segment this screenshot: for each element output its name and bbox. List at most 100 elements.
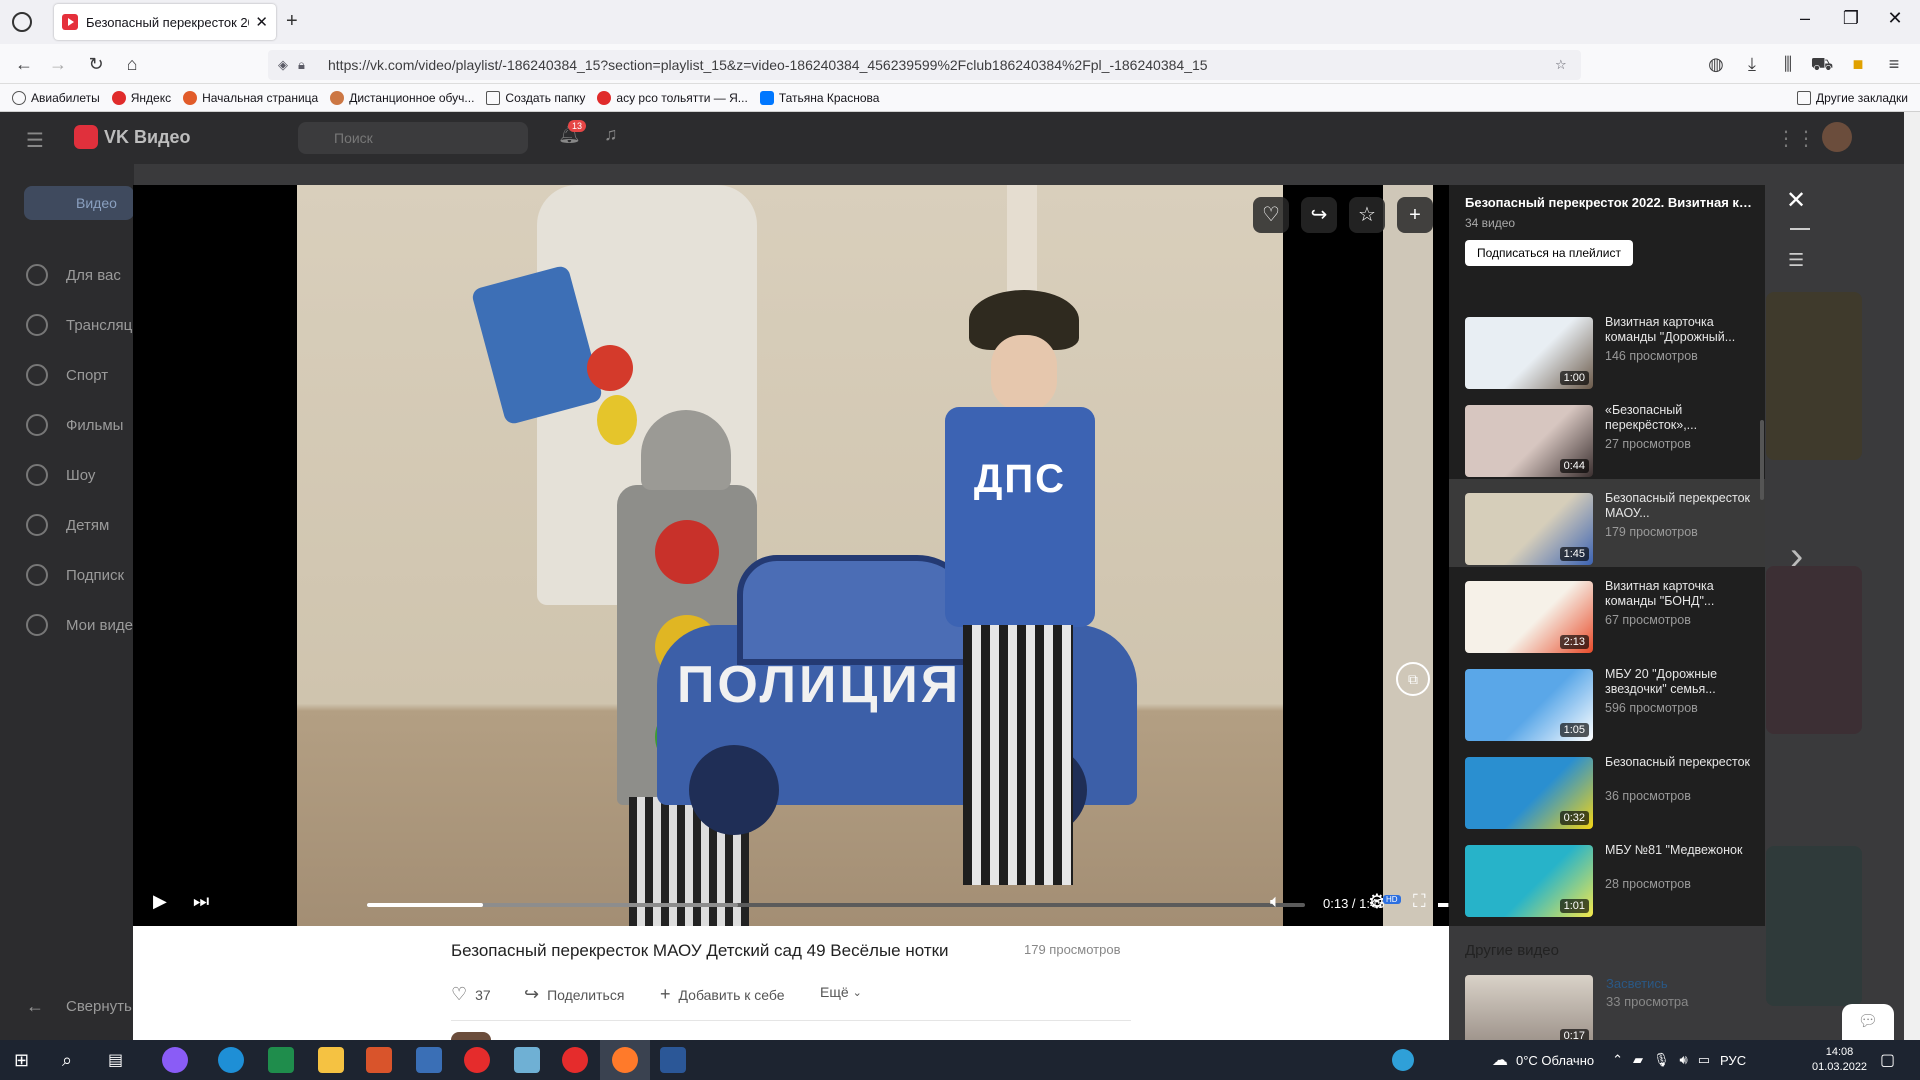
edge-icon[interactable] bbox=[218, 1047, 244, 1073]
excel-icon[interactable] bbox=[268, 1047, 294, 1073]
forward-icon[interactable]: → bbox=[46, 52, 70, 76]
progress-bar[interactable] bbox=[367, 903, 1305, 907]
share-button[interactable]: ↪ Поделиться bbox=[524, 984, 624, 1005]
explorer-icon[interactable] bbox=[318, 1047, 344, 1073]
sidebar-item-kids[interactable]: Детям bbox=[26, 514, 109, 536]
speaker-icon[interactable]: 🔊︎ bbox=[1680, 1052, 1688, 1068]
playlist-item[interactable]: 1:00 Визитная карточка команды "Дорожный.… bbox=[1449, 303, 1765, 391]
like-heart-icon[interactable]: ♡ bbox=[1253, 197, 1289, 233]
pocket-icon[interactable]: ◍ bbox=[1704, 52, 1728, 76]
vk-video-logo-icon[interactable] bbox=[74, 125, 98, 149]
close-modal-icon[interactable]: ✕ bbox=[1786, 186, 1806, 215]
firefox-icon[interactable] bbox=[612, 1047, 638, 1073]
browser-tab-active[interactable]: Безопасный перекресток 2022 ✕ bbox=[54, 4, 276, 40]
channel-avatar[interactable] bbox=[451, 1032, 491, 1040]
bookmark-star-icon[interactable]: ☆ bbox=[1555, 57, 1575, 73]
bookmark-item[interactable]: Авиабилеты bbox=[12, 90, 100, 105]
bookmark-item[interactable]: Создать папку bbox=[486, 90, 585, 105]
like-button[interactable]: ♡ 37 bbox=[451, 984, 491, 1005]
bookmark-item[interactable]: Дистанционное обуч... bbox=[330, 90, 474, 105]
apps-grid-icon[interactable]: ⋮⋮ bbox=[1776, 126, 1816, 151]
cart-icon[interactable]: ⛟ bbox=[1810, 52, 1834, 76]
notifications-icon[interactable]: ▢ bbox=[1880, 1050, 1895, 1070]
playlist-item[interactable]: 1:01 МБУ №81 "Медвежонок 28 просмотров bbox=[1449, 831, 1765, 919]
chat-icon[interactable]: 💬︎ bbox=[1842, 1004, 1894, 1040]
favorite-star-icon[interactable]: ☆ bbox=[1349, 197, 1385, 233]
powerpoint-icon[interactable] bbox=[366, 1047, 392, 1073]
other-bookmarks[interactable]: Другие закладки bbox=[1797, 90, 1908, 105]
weather-text[interactable]: 0°C Облачно bbox=[1516, 1053, 1594, 1068]
sidebar-item-sport[interactable]: Спорт bbox=[26, 364, 108, 386]
home-icon[interactable]: ⌂ bbox=[120, 52, 144, 76]
next-arrow-icon[interactable]: › bbox=[1790, 534, 1803, 579]
fullscreen-icon[interactable]: ⛶ bbox=[1413, 891, 1426, 912]
monitor-icon[interactable]: ▭ bbox=[1698, 1052, 1710, 1068]
playlist-item[interactable]: 1:45 Безопасный перекресток МАОУ... 179 пр… bbox=[1449, 479, 1765, 567]
volume-icon[interactable]: 🔈︎ bbox=[1270, 891, 1281, 912]
network-icon[interactable]: ▰ bbox=[1633, 1052, 1643, 1068]
notes-icon[interactable] bbox=[514, 1047, 540, 1073]
playlist-item[interactable]: МАОУ детский bbox=[1449, 919, 1765, 926]
bookmark-item[interactable]: Татьяна Краснова bbox=[759, 90, 879, 105]
yandex-icon[interactable] bbox=[562, 1047, 588, 1073]
sidebar-item-live[interactable]: Трансляц bbox=[26, 314, 132, 336]
avatar[interactable] bbox=[1822, 122, 1852, 152]
sidebar-item-subscriptions[interactable]: Подписк bbox=[26, 564, 124, 586]
more-button[interactable]: Ещё ⌄ bbox=[820, 984, 870, 1000]
playlist-item[interactable]: 0:44 «Безопасный перекрёсток»,... 27 просм… bbox=[1449, 391, 1765, 479]
vk-search-input[interactable]: Поиск bbox=[298, 122, 528, 154]
playlist-item[interactable]: 0:32 Безопасный перекресток 36 просмотров bbox=[1449, 743, 1765, 831]
minimize-icon[interactable]: – bbox=[1790, 8, 1820, 29]
mic-icon[interactable]: 🎙︎ bbox=[1653, 1052, 1670, 1068]
video-player[interactable]: ПОЛИЦИЯ ДПС ♡ ↪ ☆ + ‹ ⧉ ▶ ⏭ 0:13 / 1:45 … bbox=[133, 185, 1449, 926]
bookmark-item[interactable]: Начальная страница bbox=[183, 90, 318, 105]
sidebar-item-my-videos[interactable]: Мои виде bbox=[26, 614, 133, 636]
miniplayer-icon[interactable]: ⧉ bbox=[1396, 662, 1430, 696]
add-to-self-button[interactable]: + Добавить к себе bbox=[660, 984, 785, 1005]
share-arrow-icon[interactable]: ↪ bbox=[1301, 197, 1337, 233]
sidebar-collapse[interactable]: ← Свернуть bbox=[26, 996, 132, 1017]
tab-close-icon[interactable]: ✕ bbox=[255, 13, 268, 31]
other-video-title[interactable]: Засветись bbox=[1606, 976, 1668, 991]
volume-slider[interactable] bbox=[1438, 903, 1449, 907]
playlist-title[interactable]: Безопасный перекресток 2022. Визитная ка… bbox=[1465, 195, 1755, 210]
page-scrollbar[interactable] bbox=[1904, 112, 1920, 1040]
extension-icon[interactable]: ■ bbox=[1846, 52, 1870, 76]
library-icon[interactable]: ⫼ bbox=[1776, 52, 1800, 76]
close-window-icon[interactable]: ✕ bbox=[1880, 8, 1910, 29]
add-plus-icon[interactable]: + bbox=[1397, 197, 1433, 233]
playlist-scrollbar[interactable] bbox=[1760, 420, 1764, 500]
playlist-item[interactable]: 1:05 МБУ 20 "Дорожные звездочки" семья...… bbox=[1449, 655, 1765, 743]
music-icon[interactable]: ♫ bbox=[604, 124, 618, 145]
input-language[interactable]: РУС bbox=[1720, 1053, 1746, 1068]
hamburger-icon[interactable]: ☰ bbox=[26, 128, 44, 153]
restore-icon[interactable]: ❐ bbox=[1836, 8, 1866, 29]
search-icon[interactable]: ⌕ bbox=[62, 1050, 72, 1071]
subscribe-playlist-button[interactable]: Подписаться на плейлист bbox=[1465, 240, 1633, 266]
sidebar-item-for-you[interactable]: Для вас bbox=[26, 264, 121, 286]
alice-icon[interactable] bbox=[162, 1047, 188, 1073]
globe-icon[interactable] bbox=[12, 12, 32, 32]
minimize-modal-icon[interactable] bbox=[1790, 228, 1810, 230]
task-view-icon[interactable]: ▤ bbox=[108, 1050, 123, 1070]
url-bar[interactable]: ◈ 🔒︎ https://vk.com/video/playlist/-1862… bbox=[268, 50, 1581, 80]
tray-up-icon[interactable]: ⌃ bbox=[1612, 1052, 1623, 1068]
other-video-thumbnail[interactable]: 0:17 bbox=[1465, 975, 1593, 1047]
next-icon[interactable]: ⏭ bbox=[193, 891, 209, 912]
clock[interactable]: 14:08 01.03.2022 bbox=[1812, 1045, 1867, 1075]
windows-start-icon[interactable]: ⊞ bbox=[14, 1050, 29, 1071]
yandex-browser-icon[interactable] bbox=[464, 1047, 490, 1073]
reload-icon[interactable]: ↻ bbox=[84, 52, 108, 76]
sidebar-item-video[interactable]: Видео bbox=[24, 186, 134, 220]
back-icon[interactable]: ← bbox=[12, 52, 36, 76]
bookmark-item[interactable]: Яндекс bbox=[111, 90, 171, 105]
playlist-toggle-icon[interactable]: ☰ bbox=[1788, 250, 1804, 271]
word-icon[interactable] bbox=[660, 1047, 686, 1073]
bookmark-item[interactable]: асу рсо тольятти — Я... bbox=[597, 90, 748, 105]
help-icon[interactable] bbox=[1392, 1049, 1414, 1071]
play-icon[interactable]: ▶ bbox=[153, 891, 167, 912]
calculator-icon[interactable] bbox=[416, 1047, 442, 1073]
playlist-item[interactable]: 2:13 Визитная карточка команды "БОНД"... 6… bbox=[1449, 567, 1765, 655]
menu-icon[interactable]: ≡ bbox=[1882, 52, 1906, 76]
downloads-icon[interactable]: ⤓ bbox=[1740, 52, 1764, 76]
